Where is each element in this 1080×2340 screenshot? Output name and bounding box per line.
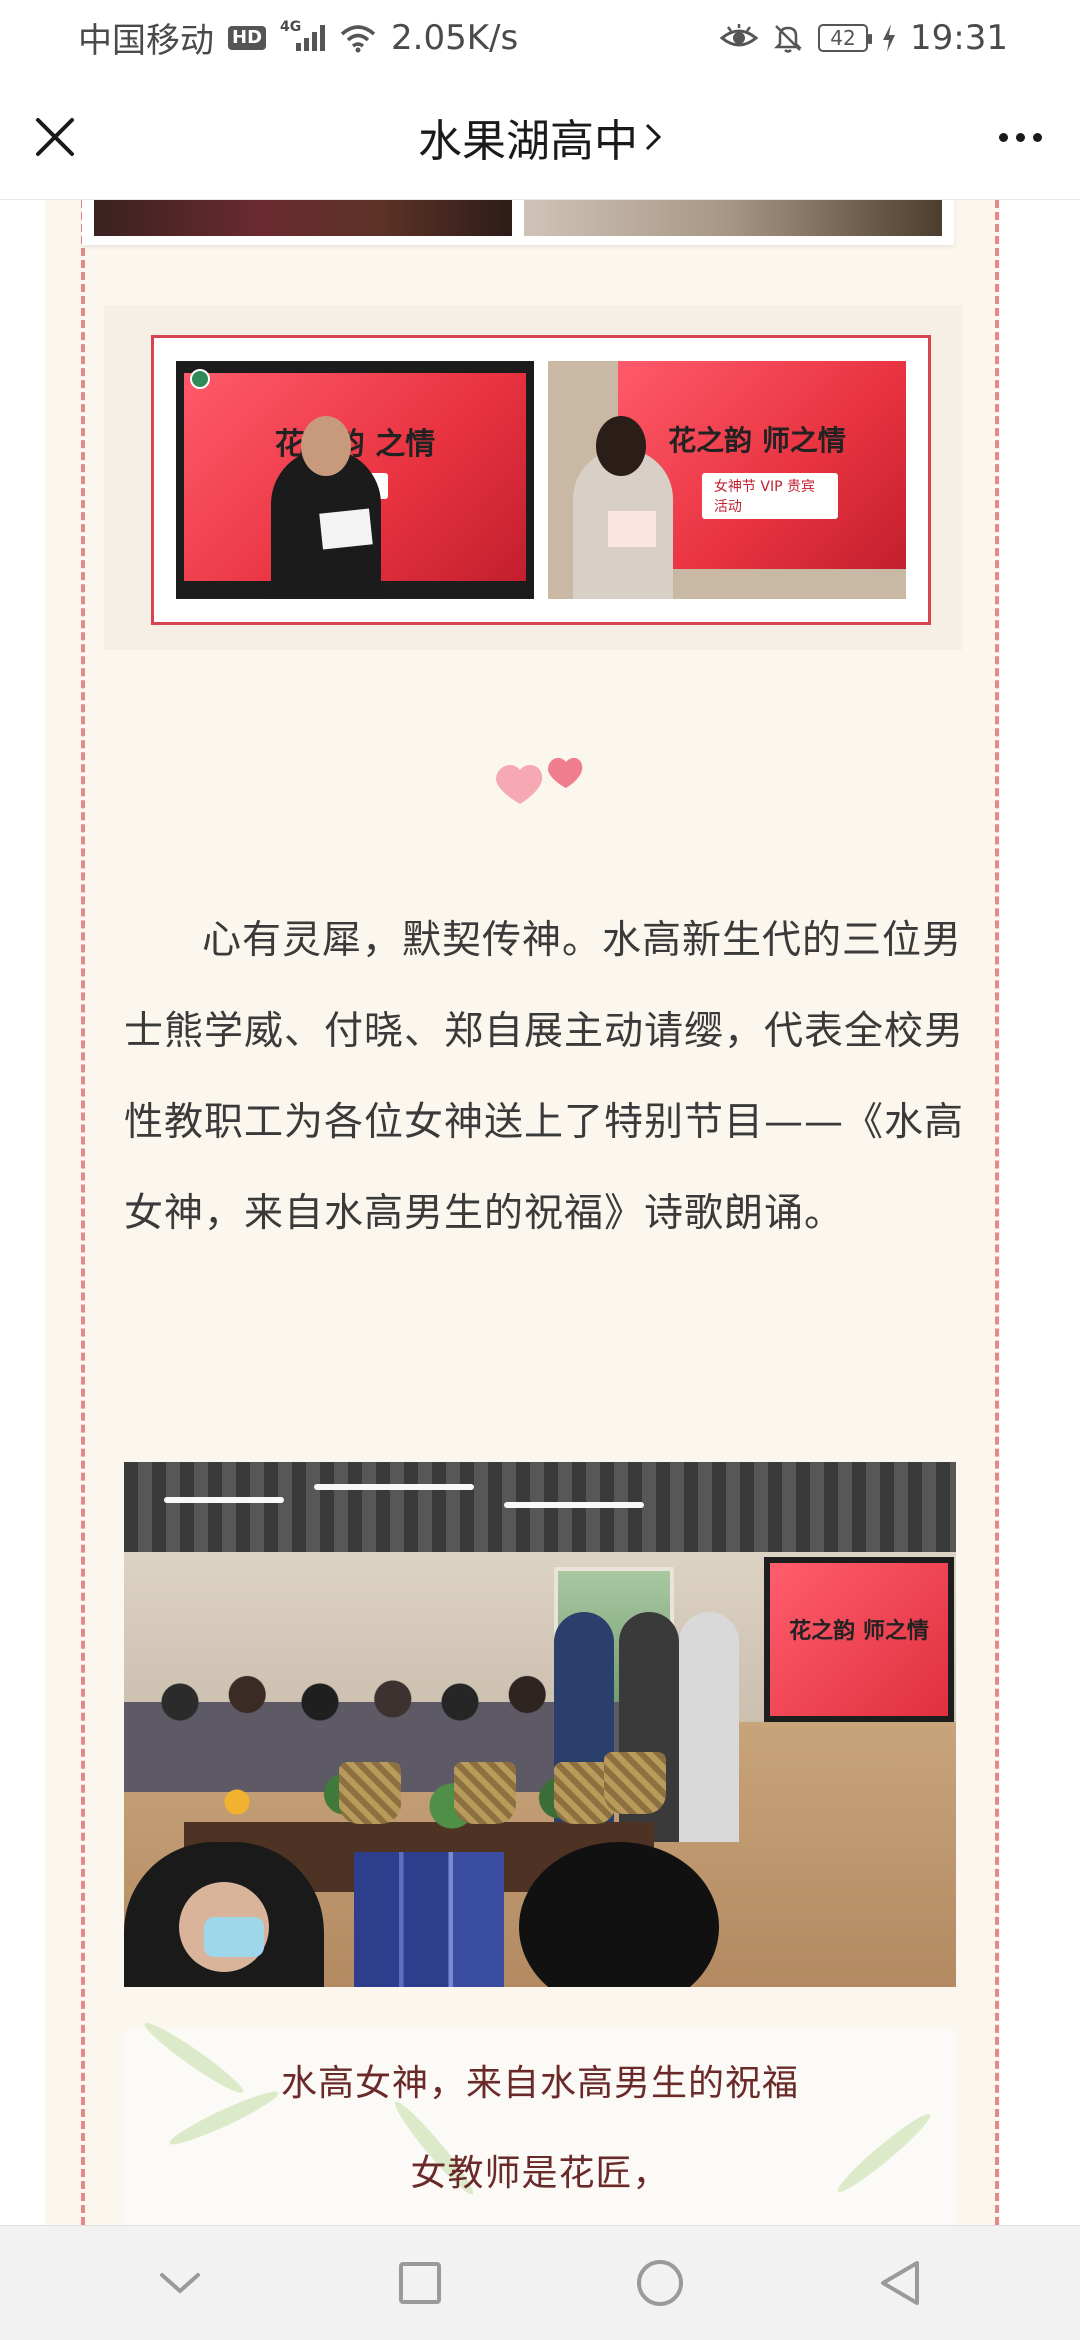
more-dot <box>998 132 1008 142</box>
status-bar: 中国移动 HD 4G 2.05K/s 42 19:31 <box>0 0 1080 75</box>
speaker-head <box>301 416 351 476</box>
photo-strip-cropped <box>82 200 954 245</box>
photo-standing-person <box>679 1612 739 1842</box>
account-title-link[interactable]: 水果湖高中 <box>418 105 662 169</box>
photo-frame: 花之韵 之情 女神节 花之韵 师之情 女神节 VIP 贵宾活动 <box>151 335 931 625</box>
photo-thumb[interactable] <box>94 200 512 236</box>
poem-line: 女教师是花匠， <box>410 2153 670 2194</box>
more-dot <box>1032 132 1042 142</box>
circle-icon <box>637 2260 683 2306</box>
poem-title: 水高女神，来自水高男生的祝福 <box>280 2063 799 2104</box>
status-right: 42 19:31 <box>720 18 1008 58</box>
clock: 19:31 <box>910 17 1008 58</box>
nav-bar: 水果湖高中 <box>0 75 1080 200</box>
photo-face-mask <box>204 1917 264 1957</box>
event-photo[interactable]: 花之韵 师之情 <box>124 1462 956 1987</box>
recents-button[interactable] <box>380 2243 460 2323</box>
bank-logo-icon <box>190 369 210 389</box>
speech-paper <box>608 511 656 547</box>
network-speed: 2.05K/s <box>391 17 519 58</box>
page-title: 水果湖高中 <box>418 116 638 167</box>
carrier-label: 中国移动 <box>78 21 214 61</box>
charging-icon <box>883 23 896 52</box>
speaker-head <box>596 416 646 476</box>
wifi-icon <box>340 24 376 52</box>
dashed-border-right <box>995 200 999 2225</box>
system-nav-bar <box>0 2225 1080 2340</box>
speaker-photo-male[interactable]: 花之韵 之情 女神节 <box>176 361 534 599</box>
photo-light <box>164 1497 284 1503</box>
status-left: 中国移动 HD 4G 2.05K/s <box>78 13 518 62</box>
chevron-down-icon <box>160 2273 200 2294</box>
photo-books <box>354 1852 504 1987</box>
more-dot <box>1015 132 1025 142</box>
article-content[interactable]: 花之韵 之情 女神节 花之韵 师之情 女神节 VIP 贵宾活动 心有灵犀，默契传… <box>0 200 1080 2225</box>
photo-tv-screen: 花之韵 师之情 <box>764 1557 954 1722</box>
photo-light <box>314 1484 474 1490</box>
poem-card: 水高女神，来自水高男生的祝福 女教师是花匠， <box>124 2017 956 2225</box>
slide-tag: 女神节 VIP 贵宾活动 <box>701 473 838 519</box>
more-button[interactable] <box>990 112 1050 162</box>
eye-comfort-icon <box>720 23 759 46</box>
hd-icon: HD <box>228 25 267 50</box>
mute-icon <box>773 24 803 53</box>
battery-icon: 42 <box>818 23 873 52</box>
photo-basket <box>339 1762 401 1824</box>
heart-divider-icon <box>490 740 590 810</box>
close-button[interactable] <box>30 112 80 162</box>
slide-title: 花之韵 师之情 <box>668 424 846 457</box>
photo-basket <box>454 1762 516 1824</box>
photo-basket <box>604 1752 666 1814</box>
triangle-back-icon <box>881 2261 919 2305</box>
speech-paper <box>319 508 373 550</box>
speaker-photo-female[interactable]: 花之韵 师之情 女神节 VIP 贵宾活动 <box>548 361 906 599</box>
photo-thumb[interactable] <box>524 200 942 236</box>
dashed-border-left <box>81 200 85 2225</box>
photo-light <box>504 1502 644 1508</box>
home-button[interactable] <box>620 2243 700 2323</box>
chevron-right-icon <box>645 123 662 151</box>
article-paragraph: 心有灵犀，默契传神。水高新生代的三位男士熊学威、付晓、郑自展主动请缨，代表全校男… <box>124 918 965 1236</box>
back-button[interactable] <box>860 2243 940 2323</box>
collapse-button[interactable] <box>140 2243 220 2323</box>
square-icon <box>399 2262 441 2304</box>
tv-screen-title: 花之韵 师之情 <box>789 1618 929 1644</box>
framed-photos-block: 花之韵 之情 女神节 花之韵 师之情 女神节 VIP 贵宾活动 <box>104 305 962 650</box>
signal-icon: 4G <box>280 19 326 51</box>
close-icon <box>36 118 74 156</box>
